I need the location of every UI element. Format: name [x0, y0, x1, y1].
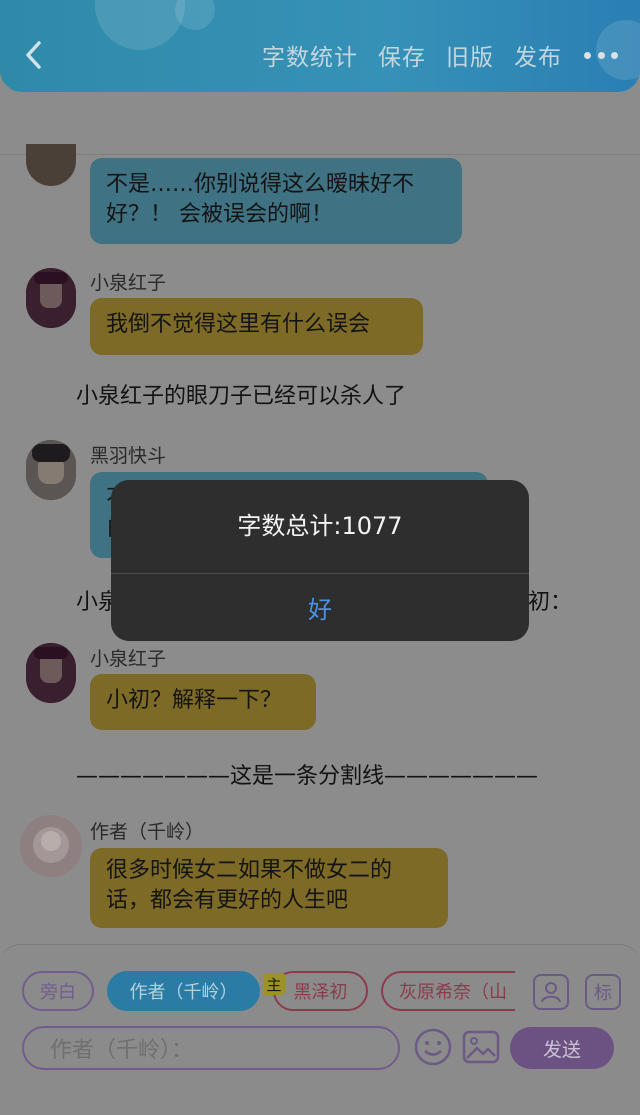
send-button[interactable]: 发送 — [510, 1027, 614, 1069]
save-button[interactable]: 保存 — [378, 38, 426, 72]
avatar[interactable] — [20, 815, 82, 877]
speaker-name: 黑羽快斗 — [90, 445, 167, 467]
chat-bubble[interactable]: 小初？解释一下？ — [90, 674, 316, 730]
role-chip-aside[interactable]: 旁白 — [22, 971, 94, 1011]
top-nav-bar: 字数统计 保存 旧版 发布 — [0, 0, 640, 92]
word-count-button[interactable]: 字数统计 — [262, 38, 358, 72]
more-icon[interactable] — [584, 50, 618, 60]
avatar[interactable] — [26, 440, 76, 500]
speaker-name: 小泉红子 — [90, 648, 167, 670]
narration-text[interactable]: 初： — [528, 584, 572, 616]
role-chip-kurosawa[interactable]: 黑泽初 — [273, 971, 368, 1011]
emoji-icon[interactable] — [413, 1027, 453, 1067]
avatar-illustration — [26, 268, 76, 328]
back-arrow-icon[interactable] — [24, 40, 42, 70]
header-decoration — [175, 0, 215, 30]
role-chip-author[interactable]: 作者（千岭） — [107, 971, 260, 1011]
header-actions: 字数统计 保存 旧版 发布 — [242, 38, 618, 72]
dialog-ok-button[interactable]: 好 — [111, 574, 529, 641]
chat-bubble[interactable]: 很多时候女二如果不做女二的 话，都会有更好的人生吧 — [90, 848, 448, 928]
image-icon[interactable] — [461, 1027, 501, 1067]
character-manage-button[interactable] — [533, 974, 569, 1010]
avatar[interactable] — [26, 144, 76, 186]
avatar[interactable] — [26, 268, 76, 328]
avatar-illustration — [20, 815, 82, 877]
narration-text[interactable]: 小泉红子的眼刀子已经可以杀人了 — [76, 378, 406, 410]
header-decoration — [95, 0, 185, 50]
tag-button[interactable]: 标 — [585, 974, 621, 1010]
avatar-illustration — [26, 440, 76, 500]
avatar-illustration — [26, 643, 76, 703]
dialog-message: 字数总计:1077 — [237, 512, 403, 540]
role-chip-haibara[interactable]: 灰原希奈（山 — [381, 971, 515, 1011]
message-input[interactable]: 作者（千岭）： — [22, 1026, 400, 1070]
speaker-name: 小泉红子 — [90, 272, 167, 294]
divider — [0, 154, 640, 155]
chat-bubble[interactable]: 我倒不觉得这里有什么误会 — [90, 298, 423, 355]
chat-bubble[interactable]: 不是……你别说得这么暧昧好不 好？！ 会被误会的啊！ — [90, 158, 462, 244]
word-count-dialog: 字数总计:1077 好 — [111, 480, 529, 641]
person-icon — [541, 982, 561, 1003]
old-version-button[interactable]: 旧版 — [446, 38, 494, 72]
speaker-name: 作者（千岭） — [90, 821, 205, 843]
avatar[interactable] — [26, 643, 76, 703]
host-badge: 主 — [263, 973, 285, 995]
publish-button[interactable]: 发布 — [514, 38, 562, 72]
divider-narration[interactable]: ———————这是一条分割线——————— — [76, 758, 538, 790]
